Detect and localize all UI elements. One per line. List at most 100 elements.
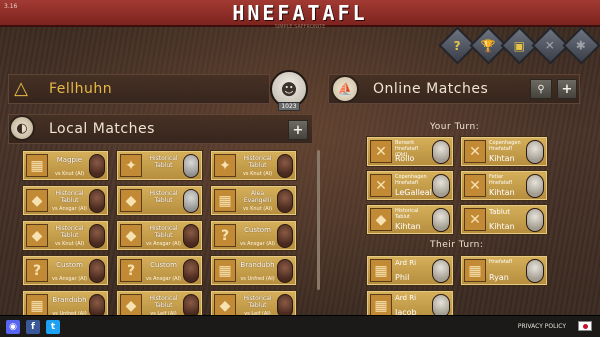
match-opponent: Kihtan <box>395 222 421 231</box>
match-opponent: vs Knut (AI) <box>54 171 85 177</box>
match-game-name: Alea Evangelii <box>243 190 272 204</box>
opponent-avatar <box>432 259 450 283</box>
match-game-name: Historical Tablut <box>149 225 178 239</box>
facebook-icon[interactable]: f <box>26 320 40 334</box>
add-local-match-button[interactable]: + <box>288 120 308 140</box>
match-game-name: Historical Tablut <box>243 155 272 169</box>
board-thumbnail-icon: ◆ <box>214 294 236 317</box>
their-turn-label: Their Turn: <box>430 240 484 250</box>
opponent-avatar <box>432 174 450 198</box>
match-opponent: vs Ansgar (AI) <box>145 241 182 247</box>
opponent-avatar <box>526 174 544 198</box>
match-game-name: Copenhagen Hnefatafl <box>489 140 521 152</box>
local-match-card[interactable]: ? Custom vs Ansgar (AI) <box>22 255 109 286</box>
board-thumbnail-icon: ✦ <box>214 154 236 177</box>
opponent-avatar <box>277 259 293 283</box>
board-thumbnail-icon: ▦ <box>26 294 48 317</box>
search-match-button[interactable]: ⚲ <box>530 79 552 99</box>
local-match-card[interactable]: ✦ Historical Tablut vs Knut (AI) <box>210 150 297 181</box>
board-thumbnail-icon: ◆ <box>120 189 142 212</box>
board-thumbnail-icon: ✕ <box>370 174 392 197</box>
privacy-policy-link[interactable]: PRIVACY POLICY <box>518 323 566 330</box>
match-game-name: Custom <box>56 261 83 269</box>
bottom-bar: ◉ f t PRIVACY POLICY <box>0 315 600 337</box>
match-opponent: vs Ansgar (AI) <box>51 206 88 212</box>
match-game-name: Custom <box>150 261 177 269</box>
opponent-avatar <box>183 189 199 213</box>
match-opponent: Phil <box>395 273 410 282</box>
match-game-name: Copenhagen Hnefatafl <box>395 174 427 186</box>
board-thumbnail-icon: ◆ <box>26 224 48 247</box>
opponent-avatar <box>432 208 450 232</box>
opponent-avatar <box>432 140 450 164</box>
board-thumbnail-icon: ▦ <box>370 259 392 282</box>
opponent-avatar <box>526 140 544 164</box>
match-game-name: Magpie <box>56 156 83 164</box>
opponent-avatar <box>89 224 105 248</box>
opponent-avatar <box>526 208 544 232</box>
board-thumbnail-icon: ◆ <box>120 224 142 247</box>
opponent-avatar <box>89 154 105 178</box>
discord-icon[interactable]: ◉ <box>6 320 20 334</box>
online-match-card[interactable]: ✕ Fetlar Hnefatafl Kihtan <box>460 170 548 201</box>
local-match-card[interactable]: ▦ Brandubh vs Unfred (AI) <box>210 255 297 286</box>
online-match-card[interactable]: ✕ Copenhagen Hnefatafl Kihtan <box>460 136 548 167</box>
match-game-name: Tablut <box>489 208 510 216</box>
board-thumbnail-icon: ✕ <box>370 140 392 163</box>
board-thumbnail-icon: ✦ <box>120 154 142 177</box>
match-game-name: Ard Ri <box>395 259 417 267</box>
match-opponent: Rollo <box>395 154 415 163</box>
board-thumbnail-icon: ? <box>26 259 48 282</box>
player-name: Fellhuhn <box>49 81 113 97</box>
match-opponent: vs Knut (AI) <box>242 206 273 212</box>
settings-gear-icon[interactable]: ✱ <box>562 26 600 65</box>
local-match-card[interactable]: ◆ Historical Tablut vs Knut (AI) <box>22 220 109 251</box>
match-game-name: Brandubh <box>52 296 87 304</box>
opponent-avatar <box>277 154 293 178</box>
local-match-card[interactable]: ? Custom vs Ansgar (AI) <box>210 220 297 251</box>
local-match-card[interactable]: ? Custom vs Ansgar (AI) <box>116 255 203 286</box>
opponent-avatar <box>183 154 199 178</box>
local-player-icon: ◐ <box>9 115 35 141</box>
local-matches-scrollbar[interactable] <box>317 150 320 290</box>
online-match-card[interactable]: ✕ Berserk Hnefatafl (Old) Rollo <box>366 136 454 167</box>
online-match-card[interactable]: ✕ Copenhagen Hnefatafl LeGalleal <box>366 170 454 201</box>
add-online-match-button[interactable]: + <box>557 79 577 99</box>
valknut-icon: △ <box>14 77 28 99</box>
online-match-card[interactable]: ✕ Tablut Kihtan <box>460 204 548 235</box>
opponent-avatar <box>277 189 293 213</box>
online-match-card[interactable]: ▦ Hnefatafl Ryan <box>460 255 548 286</box>
match-opponent: Kihtan <box>489 222 515 231</box>
board-thumbnail-icon: ✕ <box>464 208 486 231</box>
match-opponent: vs Ansgar (AI) <box>145 276 182 282</box>
language-flag-icon[interactable] <box>578 321 592 331</box>
opponent-avatar <box>89 259 105 283</box>
match-game-name: Historical Tablut <box>55 225 84 239</box>
online-match-card[interactable]: ◆ Historical Tablut Kihtan <box>366 204 454 235</box>
game-subtitle: SIMPLE SAFFRONITE <box>274 24 326 30</box>
board-thumbnail-icon: ✕ <box>464 174 486 197</box>
local-match-card[interactable]: ◆ Historical Tablut vs Ansgar (AI) <box>116 220 203 251</box>
match-game-name: Historical Tablut <box>149 155 178 169</box>
match-opponent: LeGalleal <box>395 188 432 197</box>
match-game-name: Historical Tablut <box>149 295 178 309</box>
board-thumbnail-icon: ◆ <box>370 208 392 231</box>
twitter-icon[interactable]: t <box>46 320 60 334</box>
match-opponent: vs Knut (AI) <box>242 171 273 177</box>
local-match-card[interactable]: ◆ Historical Tablut <box>116 185 203 216</box>
online-match-card[interactable]: ▦ Ard Ri Phil <box>366 255 454 286</box>
local-match-card[interactable]: ▦ Alea Evangelii vs Knut (AI) <box>210 185 297 216</box>
board-thumbnail-icon: ◆ <box>120 294 142 317</box>
match-game-name: Fetlar Hnefatafl <box>489 174 513 186</box>
match-game-name: Hnefatafl <box>489 259 513 265</box>
local-match-card[interactable]: ▦ Magpie vs Knut (AI) <box>22 150 109 181</box>
opponent-avatar <box>183 259 199 283</box>
online-matches-title: Online Matches <box>373 81 489 97</box>
player-strip: △ Fellhuhn <box>8 74 270 104</box>
local-match-card[interactable]: ◆ Historical Tablut vs Ansgar (AI) <box>22 185 109 216</box>
game-title: HNEFATAFL <box>232 1 368 25</box>
match-opponent: vs Ansgar (AI) <box>51 276 88 282</box>
local-match-card[interactable]: ✦ Historical Tablut <box>116 150 203 181</box>
player-rating-badge: 1023 <box>278 102 300 111</box>
board-thumbnail-icon: ▦ <box>464 259 486 282</box>
